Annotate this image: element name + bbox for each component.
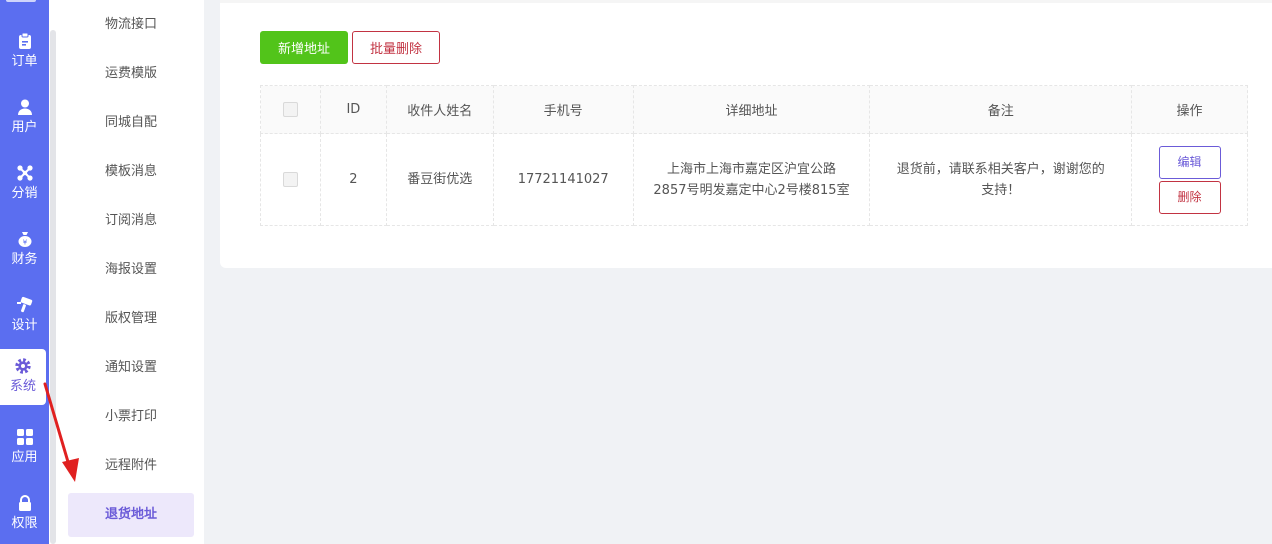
delete-button[interactable]: 删除: [1158, 180, 1221, 214]
nav-item-users[interactable]: 用户: [0, 90, 49, 146]
nav-item-apps[interactable]: 应用: [0, 420, 49, 476]
cell-remark: 退货前，请联系相关客户，谢谢您的 支持！: [869, 133, 1133, 226]
share-network-icon: [16, 165, 33, 181]
nav-item-orders[interactable]: 订单: [0, 24, 49, 80]
column-header-actions: 操作: [1131, 85, 1248, 134]
select-all-checkbox[interactable]: [282, 102, 298, 117]
submenu-item-copyright[interactable]: 版权管理: [68, 297, 194, 341]
nav-item-label: 分销: [11, 186, 38, 201]
cell-address: 上海市上海市嘉定区沪宜公路 2857号明发嘉定中心2号楼815室: [632, 133, 871, 226]
lock-icon: [18, 495, 31, 511]
nav-item-label: 系统: [9, 379, 36, 394]
scrollbar-thumb[interactable]: [50, 30, 56, 544]
submenu-item-local-delivery[interactable]: 同城自配: [68, 101, 194, 145]
brush-icon: [16, 296, 32, 313]
nav-item-label: 财务: [11, 252, 38, 267]
address-line-2: 2857号明发嘉定中心2号楼815室: [653, 182, 850, 198]
user-icon: [17, 99, 32, 115]
nav-item-label: 订单: [11, 54, 38, 69]
column-header-recipient: 收件人姓名: [385, 85, 494, 134]
nav-item-label: 权限: [11, 516, 38, 531]
column-header-id: ID: [319, 85, 387, 134]
rail-top-partial-item: [6, 0, 36, 2]
cell-phone: 17721141027: [492, 133, 634, 226]
nav-item-permissions[interactable]: 权限: [0, 486, 49, 542]
column-header-phone: 手机号: [492, 85, 634, 134]
batch-delete-button[interactable]: 批量删除: [352, 31, 440, 64]
remark-line-2: 支持！: [981, 182, 1021, 198]
apps-grid-icon: [16, 429, 33, 445]
add-address-button[interactable]: 新增地址: [260, 31, 348, 64]
return-address-panel: 新增地址 批量删除 ID 收件人姓名 手机号 详细地址 备注 操作 2 番豆街优…: [220, 0, 1272, 268]
address-table: ID 收件人姓名 手机号 详细地址 备注 操作 2 番豆街优选 17721141…: [260, 85, 1248, 226]
submenu-item-return-address[interactable]: 退货地址: [68, 493, 194, 537]
submenu-item-receipt-printing[interactable]: 小票打印: [68, 395, 194, 439]
nav-item-label: 应用: [11, 450, 38, 465]
nav-item-label: 用户: [11, 120, 38, 135]
system-submenu: 物流接口 运费模版 同城自配 模板消息 订阅消息 海报设置 版权管理 通知设置 …: [57, 0, 204, 544]
edit-button[interactable]: 编辑: [1158, 145, 1221, 179]
cell-recipient-name: 番豆街优选: [385, 133, 494, 226]
money-bag-icon: ¥: [18, 232, 31, 247]
table-row: 2 番豆街优选 17721141027 上海市上海市嘉定区沪宜公路 2857号明…: [260, 133, 1248, 226]
remark-line-1: 退货前，请联系相关客户，谢谢您的: [896, 161, 1105, 177]
table-header-row: ID 收件人姓名 手机号 详细地址 备注 操作: [260, 85, 1248, 134]
nav-scrollbar[interactable]: [49, 0, 57, 544]
nav-item-system[interactable]: 系统: [0, 349, 46, 405]
main-nav-rail: 订单 用户 分销 ¥ 财务 设计 系统 应用 权限: [0, 0, 49, 544]
nav-item-design[interactable]: 设计: [0, 288, 49, 344]
submenu-item-shipping-template[interactable]: 运费模版: [68, 52, 194, 96]
address-line-1: 上海市上海市嘉定区沪宜公路: [666, 161, 836, 177]
column-header-remark: 备注: [869, 85, 1133, 134]
gear-icon: [15, 358, 31, 374]
select-all-cell: [260, 85, 321, 134]
submenu-item-notification-settings[interactable]: 通知设置: [68, 346, 194, 390]
submenu-item-template-message[interactable]: 模板消息: [68, 150, 194, 194]
nav-item-finance[interactable]: ¥ 财务: [0, 222, 49, 278]
submenu-item-poster-settings[interactable]: 海报设置: [68, 248, 194, 292]
nav-item-label: 设计: [11, 318, 38, 333]
clipboard-icon: [18, 32, 31, 49]
submenu-item-remote-attachment[interactable]: 远程附件: [68, 444, 194, 488]
row-checkbox[interactable]: [282, 172, 298, 187]
submenu-item-subscribe-message[interactable]: 订阅消息: [68, 199, 194, 243]
svg-text:¥: ¥: [22, 239, 27, 247]
cell-actions: 编辑 删除: [1131, 133, 1248, 226]
cell-id: 2: [319, 133, 387, 226]
column-header-address: 详细地址: [632, 85, 871, 134]
row-select-cell: [260, 133, 321, 226]
submenu-item-logistics-api[interactable]: 物流接口: [68, 3, 194, 47]
nav-item-distribution[interactable]: 分销: [0, 156, 49, 212]
